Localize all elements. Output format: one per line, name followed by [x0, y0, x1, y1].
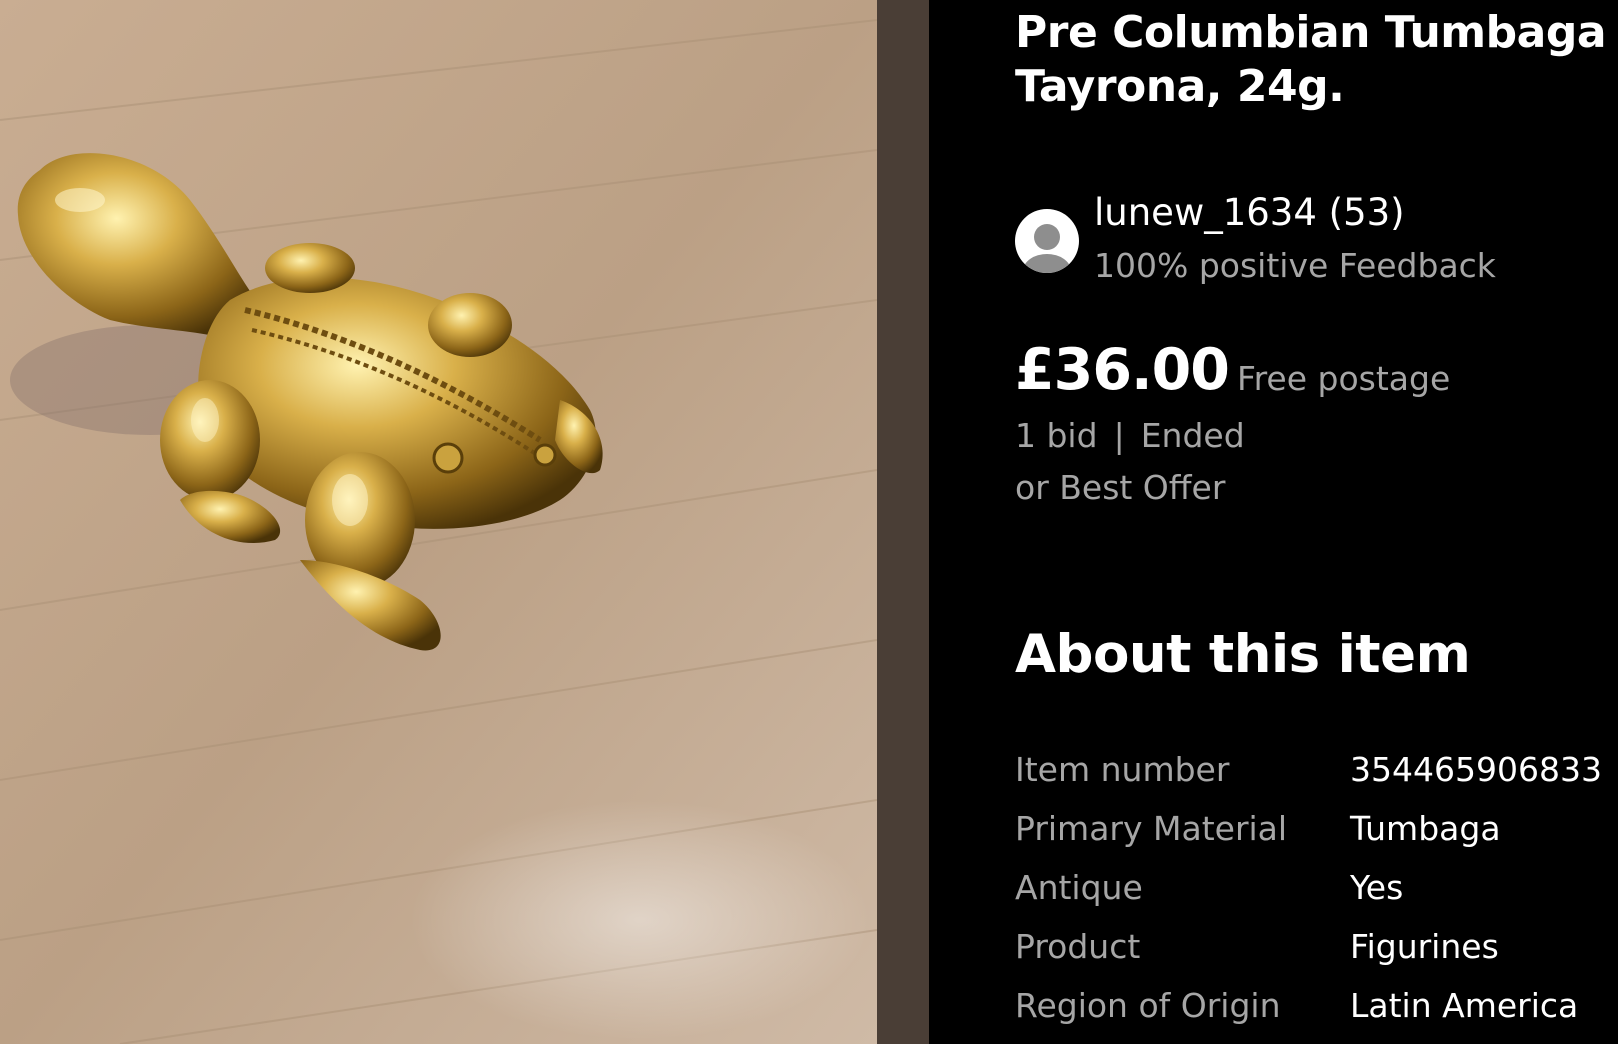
- spec-label: Region of Origin: [1015, 986, 1281, 1025]
- spec-row-region-of-origin: Region of Origin Latin America: [1015, 984, 1618, 1043]
- spec-row-primary-material: Primary Material Tumbaga: [1015, 807, 1618, 866]
- spec-value: Tumbaga: [1350, 809, 1501, 848]
- seller-feedback[interactable]: 100% positive Feedback: [1094, 245, 1496, 287]
- spec-value: Latin America: [1350, 986, 1579, 1025]
- spec-row-product: Product Figurines: [1015, 925, 1618, 984]
- item-price: £36.00: [1015, 337, 1230, 403]
- spec-value: Yes: [1350, 868, 1404, 907]
- user-avatar-icon[interactable]: [1015, 209, 1079, 273]
- spec-label: Primary Material: [1015, 809, 1288, 848]
- gold-frog-figurine-image: [0, 0, 877, 1044]
- listing-title: Pre Columbian Tumbaga Tayrona, 24g.: [1015, 7, 1607, 112]
- item-specifics: Item number 354465906833 Primary Materia…: [1015, 748, 1618, 1043]
- spec-value: 354465906833: [1350, 750, 1602, 789]
- photo-divider: [877, 0, 929, 1044]
- spec-label: Item number: [1015, 750, 1230, 789]
- spec-row-item-number: Item number 354465906833: [1015, 748, 1618, 807]
- spec-row-antique: Antique Yes: [1015, 866, 1618, 925]
- listing-status: Ended: [1140, 416, 1245, 455]
- postage-info: Free postage: [1237, 359, 1451, 398]
- bid-status: 1 bid | Ended: [1015, 414, 1245, 458]
- about-heading: About this item: [1015, 624, 1471, 685]
- best-offer-label: or Best Offer: [1015, 468, 1226, 507]
- bid-count[interactable]: 1 bid: [1015, 416, 1098, 455]
- spec-value: Figurines: [1350, 927, 1499, 966]
- listing-photo[interactable]: [0, 0, 877, 1044]
- bid-separator: |: [1113, 416, 1125, 455]
- spec-label: Antique: [1015, 868, 1143, 907]
- seller-name-link[interactable]: lunew_1634 (53): [1094, 190, 1405, 236]
- listing-details-panel: Pre Columbian Tumbaga Tayrona, 24g. lune…: [929, 0, 1618, 1044]
- spec-label: Product: [1015, 927, 1141, 966]
